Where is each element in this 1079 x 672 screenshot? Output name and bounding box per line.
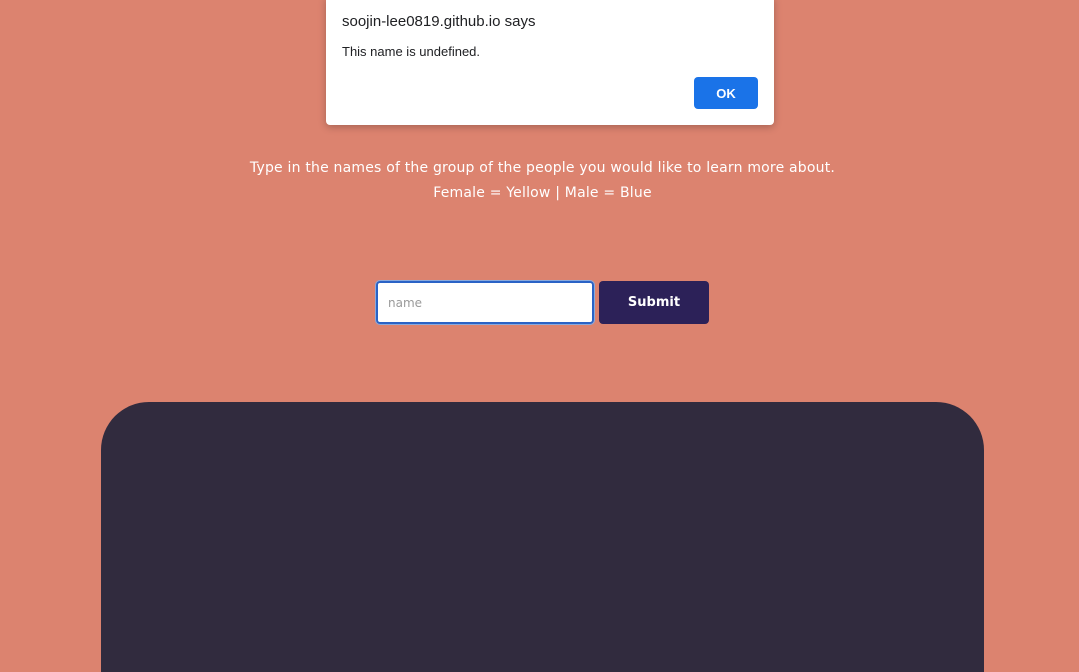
alert-title: soojin-lee0819.github.io says [342,13,536,30]
name-input[interactable] [375,280,595,325]
instructions-line-1: Type in the names of the group of the pe… [249,160,836,176]
color-legend: Female = Yellow | Male = Blue [433,185,652,201]
alert-dialog: soojin-lee0819.github.io says This name … [326,0,774,125]
visualization-panel [101,402,984,672]
page: Type in the names of the group of the pe… [0,0,1079,672]
alert-message: This name is undefined. [342,44,481,59]
instructions: Type in the names of the group of the pe… [0,156,1079,206]
submit-button[interactable]: Submit [599,281,709,324]
alert-ok-button[interactable]: OK [694,77,758,109]
